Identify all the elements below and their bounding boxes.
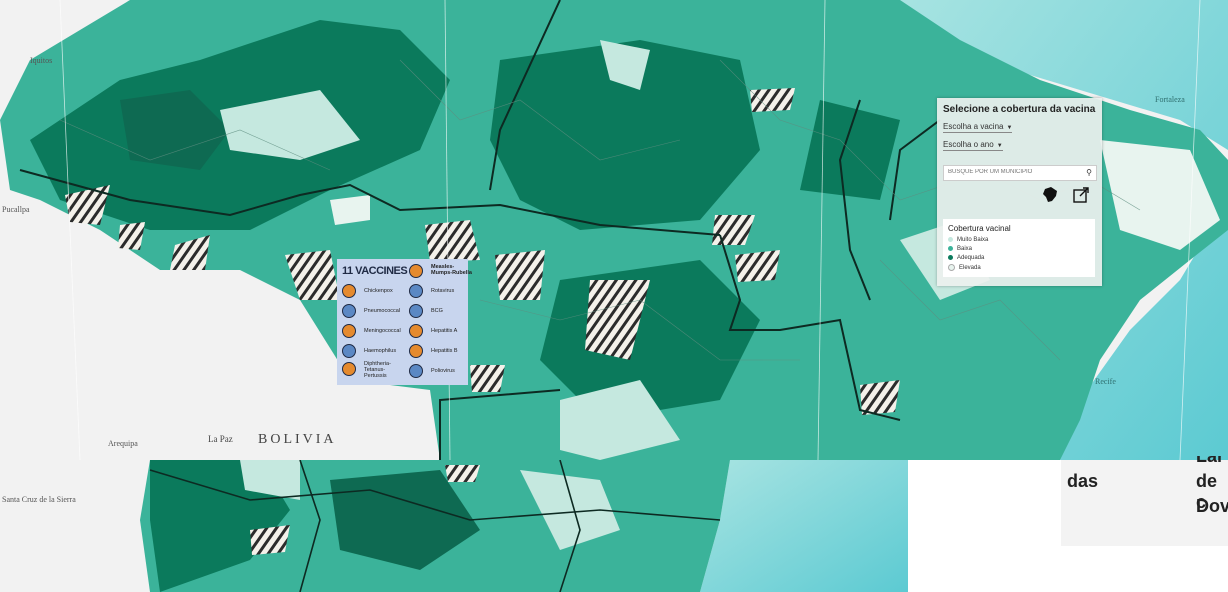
no-data-area-9: [750, 88, 795, 112]
vaccine-label: Measles-Mumps-Rubella: [431, 264, 472, 276]
legend-label: Elevada: [959, 265, 981, 272]
legend-item: Elevada: [948, 264, 981, 271]
legend-title: Cobertura vacinal: [948, 224, 1011, 233]
vaccine-item-poliovirus: Poliovirus: [409, 363, 473, 381]
no-data-area: [445, 465, 480, 482]
country-label-bolivia: BOLIVIA: [258, 432, 337, 447]
mmr-icon: [409, 264, 423, 278]
year-dropdown-label: Escolha o ano: [943, 140, 994, 149]
chevron-down-icon: ▼: [1006, 125, 1013, 131]
no-data-area-11: [470, 365, 505, 392]
legend-item: Adequada: [948, 255, 984, 261]
year-dropdown[interactable]: Escolha o ano ▼: [943, 140, 1003, 151]
vaccine-label: Meningococcal: [364, 328, 401, 334]
city-label-la-paz: La Paz: [208, 434, 233, 444]
vaccine-dropdown[interactable]: Escolha a vacina ▼: [943, 122, 1013, 133]
vaccine-item-dtp: Diphtheria-Tetanus-Pertussis: [342, 361, 406, 379]
vaccine-item-hepatitis-b: Hepatitis B: [409, 343, 473, 361]
vaccine-item-chickenpox: Chickenpox: [342, 283, 406, 301]
vaccine-label: BCG: [431, 308, 443, 314]
legend-label: Muito Baixa: [957, 237, 989, 244]
hepatitis-b-icon: [409, 344, 423, 358]
vaccine-label: Haemophilus: [364, 348, 397, 354]
no-data-area-8: [735, 250, 780, 282]
city-label-iquitos: Iquitos: [30, 56, 52, 65]
poliovirus-icon: [409, 364, 423, 378]
legend-label: Baixa: [957, 246, 973, 253]
vaccine-item-haemophilus: Haemophilus: [342, 343, 406, 361]
panel-title: Selecione a cobertura da vacina: [943, 104, 1096, 115]
legend-dot: [948, 237, 953, 242]
vaccine-item-bcg: BCG: [409, 303, 473, 321]
article-text-line-2: Dov: [1196, 496, 1228, 516]
chickenpox-icon: [342, 284, 356, 298]
meningococcal-icon: [342, 324, 356, 338]
legend-dot: [948, 264, 955, 271]
vaccine-item-hepatitis-a: Hepatitis A: [409, 323, 473, 341]
vaccine-label: Chickenpox: [364, 288, 393, 294]
search-input[interactable]: [944, 166, 1072, 178]
city-label-santa-cruz: Santa Cruz de la Sierra: [2, 495, 76, 504]
legend-dot: [948, 255, 953, 260]
city-label-fortaleza: Fortaleza: [1155, 95, 1185, 104]
vaccine-coverage-panel: Selecione a cobertura da vacina Escolha …: [937, 98, 1102, 286]
choropleth-map-bottom[interactable]: Santa Cruz de la Sierra 15°0'0"S: [0, 460, 908, 592]
chevron-down-icon: ▼: [996, 143, 1003, 149]
vaccines-infographic: 11 VACCINES Chickenpox Measles-Mumps-Rub…: [337, 259, 472, 385]
rotavirus-icon: [409, 284, 423, 298]
municipality-search[interactable]: ⚲: [943, 165, 1097, 181]
coverage-legend: Cobertura vacinal Muito Baixa Baixa Adeq…: [943, 219, 1095, 277]
vaccines-title: 11 VACCINES: [342, 265, 408, 277]
vaccine-label: Hepatitis A: [431, 328, 458, 334]
hepatitis-a-icon: [409, 324, 423, 338]
vaccine-item-rotavirus: Rotavirus: [409, 283, 473, 301]
atlantic-ocean: [700, 460, 908, 592]
map-bottom-panel[interactable]: Santa Cruz de la Sierra 15°0'0"S: [0, 460, 908, 592]
vaccine-item-meningococcal: Meningococcal: [342, 323, 406, 341]
no-data-area-5: [495, 250, 545, 300]
city-label-recife: Recife: [1095, 377, 1116, 386]
vaccine-item-mmr: Measles-Mumps-Rubella: [409, 263, 473, 281]
article-text-fragment: das: [1067, 471, 1099, 491]
bcg-icon: [409, 304, 423, 318]
city-label-pucallpa: Pucallpa: [2, 205, 30, 214]
vaccine-label: Pneumococcal: [364, 308, 401, 314]
vaccine-label: Diphtheria-Tetanus-Pertussis: [364, 361, 391, 379]
city-label-arequipa: Arequipa: [108, 439, 138, 448]
legend-item: Baixa: [948, 246, 972, 252]
brazil-map-icon[interactable]: [1041, 186, 1059, 204]
legend-item: Muito Baixa: [948, 237, 988, 243]
no-data-area-2: [250, 525, 290, 555]
haemophilus-icon: [342, 344, 356, 358]
legend-label: Adequada: [957, 255, 985, 262]
map-top-panel[interactable]: BOLIVIA Iquitos Pucallpa La Paz Arequipa…: [0, 0, 1228, 460]
vaccine-item-pneumococcal: Pneumococcal: [342, 303, 406, 321]
pneumococcal-icon: [342, 304, 356, 318]
external-link-icon[interactable]: [1072, 186, 1090, 204]
search-icon[interactable]: ⚲: [1086, 168, 1092, 177]
vaccine-label: Hepatitis B: [431, 348, 458, 354]
vaccine-label: Poliovirus: [431, 368, 455, 374]
vaccine-dropdown-label: Escolha a vacina: [943, 122, 1004, 131]
region-elevada-2[interactable]: [330, 195, 370, 225]
no-data-area-10: [860, 380, 900, 415]
vaccine-label: Rotavirus: [431, 288, 455, 294]
dtp-icon: [342, 362, 356, 376]
legend-dot: [948, 246, 953, 251]
